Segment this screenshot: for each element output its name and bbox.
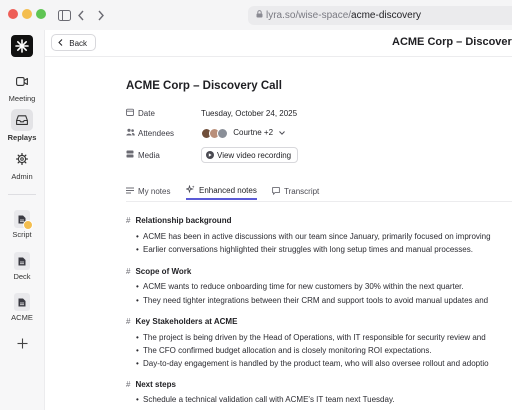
list-item: They need tighter integrations between t… — [136, 296, 488, 305]
list-item: The CFO confirmed budget allocation and … — [136, 346, 432, 355]
inbox-tray-icon — [11, 109, 33, 131]
tab-enhanced-notes[interactable]: Enhanced notes — [185, 182, 257, 200]
tab-label: Enhanced notes — [199, 185, 257, 195]
chat-icon — [272, 186, 280, 197]
list-item: Day-to-day engagement is handled by the … — [136, 359, 489, 368]
close-window-button[interactable] — [8, 9, 18, 19]
section-heading-text: Next steps — [135, 380, 176, 389]
section-heading-text: Key Stakeholders at ACME — [135, 317, 238, 326]
page-header: Back ACME Corp – Discovery C — [45, 30, 512, 57]
tab-label: Transcript — [284, 187, 320, 196]
section-heading-text: Scope of Work — [135, 267, 192, 276]
browser-titlebar: lyra.so/wise-space/acme-discovery — [0, 0, 512, 30]
avatar — [217, 127, 228, 139]
main-content: ACME Corp – Discovery Call Date Tuesday,… — [45, 57, 512, 410]
page-title: ACME Corp – Discovery Call — [126, 80, 282, 92]
minimize-window-button[interactable] — [22, 9, 32, 19]
sidebar-item-acme[interactable]: ACME — [0, 293, 44, 322]
attendees-label: Attendees — [138, 128, 175, 138]
play-icon — [206, 151, 214, 159]
gear-icon — [11, 148, 33, 170]
sidebar-item-admin[interactable]: Admin — [0, 148, 44, 181]
document-icon — [14, 210, 33, 230]
status-badge — [23, 220, 33, 230]
view-video-recording-label: View video recording — [217, 150, 292, 160]
section-heading-text: Relationship background — [135, 216, 232, 225]
calendar-icon — [126, 108, 138, 118]
forward-arrow-icon[interactable] — [95, 7, 107, 23]
sidebar-item-label: Admin — [11, 172, 33, 181]
address-bar[interactable]: lyra.so/wise-space/acme-discovery — [248, 6, 512, 25]
sidebar-item-deck[interactable]: Deck — [0, 252, 44, 281]
sidebar-item-label: Deck — [13, 272, 31, 281]
people-icon — [126, 128, 138, 138]
notes-tabs: My notes Enhanced notes Transcript — [126, 182, 512, 202]
date-label: Date — [138, 108, 155, 118]
list-item: Earlier conversations highlighted their … — [136, 245, 473, 254]
tab-transcript[interactable]: Transcript — [272, 182, 319, 201]
sidebar-item-meeting[interactable]: Meeting — [0, 70, 44, 103]
date-value: Tuesday, October 24, 2025 — [201, 108, 298, 118]
sparkle-icon — [185, 184, 195, 196]
sidebar-item-label: Script — [12, 230, 32, 239]
document-icon — [14, 293, 30, 311]
header-title: ACME Corp – Discovery C — [392, 36, 512, 48]
section-heading: # Next steps — [126, 380, 176, 389]
sidebar-divider — [8, 194, 36, 195]
url-path: acme-discovery — [351, 10, 422, 21]
list-icon — [126, 187, 134, 196]
sidebar-toggle-icon[interactable] — [57, 7, 71, 23]
section-heading: # Relationship background — [126, 216, 231, 225]
date-row: Date Tuesday, October 24, 2025 — [126, 106, 297, 120]
hash-icon: # — [126, 267, 131, 276]
lock-icon — [256, 6, 263, 25]
hash-icon: # — [126, 380, 131, 389]
url-host: lyra.so/wise-space/ — [266, 10, 352, 21]
add-item-button[interactable] — [0, 332, 44, 354]
sidebar-item-script[interactable]: Script — [0, 210, 44, 239]
video-camera-icon — [11, 70, 33, 92]
list-item: ACME wants to reduce onboarding time for… — [136, 282, 464, 291]
attendees-value: Courtne +2 — [233, 128, 274, 138]
back-button[interactable]: Back — [51, 34, 97, 51]
list-item: The project is being driven by the Head … — [136, 333, 486, 342]
attendees-selector[interactable]: Courtne +2 — [201, 127, 286, 139]
maximize-window-button[interactable] — [36, 9, 46, 19]
plus-icon — [11, 332, 33, 354]
tab-label: My notes — [138, 187, 171, 196]
view-video-recording-button[interactable]: View video recording — [201, 147, 299, 163]
chevron-left-icon — [58, 39, 65, 48]
back-arrow-icon[interactable] — [75, 7, 87, 23]
section-heading: # Key Stakeholders at ACME — [126, 317, 237, 326]
attendees-row: Attendees Courtne +2 — [126, 126, 286, 140]
app-logo[interactable] — [11, 35, 33, 57]
document-icon — [14, 252, 30, 270]
chevron-down-icon — [279, 128, 286, 137]
list-item: ACME has been in active discussions with… — [136, 232, 491, 241]
hash-icon: # — [126, 216, 131, 225]
list-item: Schedule a technical validation call wit… — [136, 395, 395, 404]
media-row: Media View video recording — [126, 147, 299, 163]
app-sidebar: Meeting Replays Admin Script Deck ACME — [0, 30, 45, 410]
media-label: Media — [138, 150, 160, 160]
back-button-label: Back — [69, 39, 88, 48]
sidebar-item-label: Meeting — [8, 94, 36, 103]
tab-my-notes[interactable]: My notes — [126, 182, 170, 201]
sidebar-item-label: ACME — [11, 313, 33, 322]
sidebar-item-replays[interactable]: Replays — [0, 109, 44, 142]
sidebar-item-label: Replays — [7, 133, 37, 142]
media-stack-icon — [126, 150, 138, 160]
section-heading: # Scope of Work — [126, 267, 191, 276]
hash-icon: # — [126, 317, 131, 326]
